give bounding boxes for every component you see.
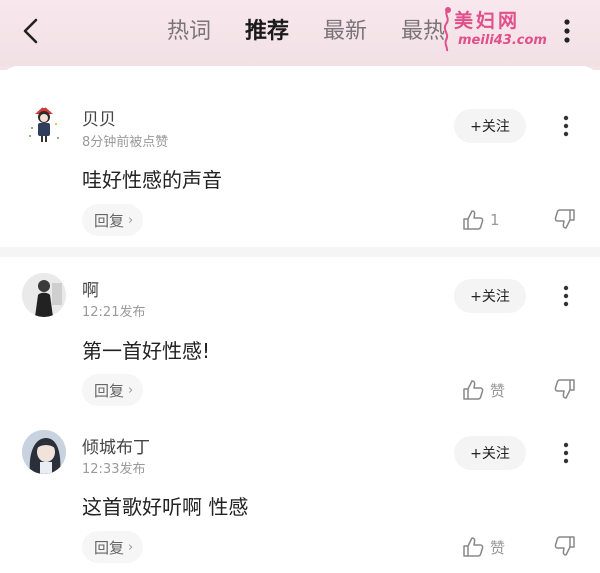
chevron-right-icon: › bbox=[128, 382, 134, 398]
like-label: 赞 bbox=[490, 538, 506, 557]
thumbs-up-icon bbox=[463, 537, 484, 557]
avatar-cartoon-girl-icon bbox=[29, 104, 59, 142]
thumbs-down-icon bbox=[554, 536, 575, 556]
comment-more-button[interactable] bbox=[552, 279, 580, 313]
more-vertical-icon bbox=[563, 285, 569, 307]
more-options-button[interactable] bbox=[552, 14, 582, 48]
chevron-right-icon: › bbox=[128, 212, 134, 228]
tab-recommended[interactable]: 推荐 bbox=[228, 12, 306, 52]
tab-latest[interactable]: 最新 bbox=[306, 12, 384, 52]
comment-text: 这首歌好听啊 性感 bbox=[82, 495, 249, 519]
follow-button[interactable]: +关注 bbox=[454, 436, 526, 470]
comment-text: 第一首好性感! bbox=[82, 339, 211, 363]
comment-more-button[interactable] bbox=[552, 436, 580, 470]
comment-meta: 12:33发布 bbox=[82, 462, 146, 477]
dislike-button[interactable] bbox=[554, 535, 580, 561]
thumbs-down-icon bbox=[554, 379, 575, 399]
dislike-button[interactable] bbox=[554, 378, 580, 404]
like-label: 赞 bbox=[490, 381, 506, 400]
comment-meta: 12:21发布 bbox=[82, 305, 146, 320]
comment-text: 哇好性感的声音 bbox=[82, 168, 222, 192]
avatar[interactable] bbox=[22, 430, 66, 474]
like-count: 1 bbox=[490, 211, 500, 229]
chevron-left-icon bbox=[23, 18, 38, 44]
like-button[interactable]: 1 bbox=[462, 207, 500, 233]
dislike-button[interactable] bbox=[554, 208, 580, 234]
back-button[interactable] bbox=[14, 14, 48, 48]
watermark-url: meili43.com bbox=[458, 33, 547, 48]
thumbs-down-icon bbox=[554, 209, 575, 229]
avatar-photo-icon bbox=[22, 273, 66, 317]
comment-meta: 8分钟前被点赞 bbox=[82, 135, 169, 150]
tab-hot-words[interactable]: 热词 bbox=[150, 12, 228, 52]
reply-label: 回复 bbox=[94, 211, 125, 230]
top-bar: 热词 推荐 最新 最热 美妇网 meili43.com bbox=[0, 0, 600, 66]
username[interactable]: 倾城布丁 bbox=[82, 433, 150, 458]
avatar[interactable] bbox=[22, 273, 66, 317]
like-button[interactable]: 赞 bbox=[462, 377, 505, 403]
watermark-title: 美妇网 bbox=[454, 10, 521, 32]
avatar[interactable] bbox=[22, 102, 66, 146]
more-vertical-icon bbox=[563, 442, 569, 464]
reply-button[interactable]: 回复 › bbox=[82, 531, 144, 563]
reply-button[interactable]: 回复 › bbox=[82, 374, 144, 406]
reply-button[interactable]: 回复 › bbox=[82, 204, 144, 236]
thumbs-up-icon bbox=[463, 380, 484, 400]
more-vertical-icon bbox=[564, 19, 570, 43]
username[interactable]: 啊 bbox=[82, 276, 99, 301]
follow-button[interactable]: +关注 bbox=[454, 279, 526, 313]
follow-button[interactable]: +关注 bbox=[454, 109, 526, 143]
section-divider bbox=[0, 247, 600, 257]
like-button[interactable]: 赞 bbox=[462, 534, 505, 560]
chevron-right-icon: › bbox=[128, 539, 134, 555]
username[interactable]: 贝贝 bbox=[82, 105, 116, 130]
thumbs-up-icon bbox=[463, 210, 484, 230]
watermark-figure-icon bbox=[443, 7, 451, 52]
reply-label: 回复 bbox=[94, 538, 125, 557]
tab-bar: 热词 推荐 最新 最热 bbox=[150, 12, 462, 52]
more-vertical-icon bbox=[563, 115, 569, 137]
reply-label: 回复 bbox=[94, 381, 125, 400]
watermark-logo: 美妇网 meili43.com bbox=[440, 6, 550, 52]
avatar-anime-girl-icon bbox=[22, 430, 66, 474]
comment-more-button[interactable] bbox=[552, 109, 580, 143]
